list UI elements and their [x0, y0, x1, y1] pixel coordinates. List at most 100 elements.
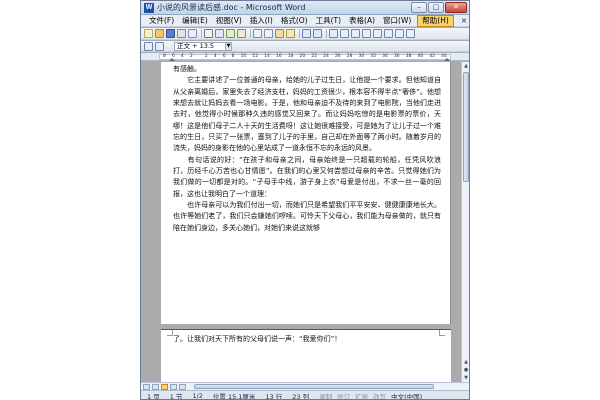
page-1-text[interactable]: 有感触。 它主要讲述了一位普通的母亲，给她的儿子过生日，让他提一个要求。但他知道… [173, 64, 441, 234]
close-document-icon[interactable]: × [459, 16, 469, 25]
horizontal-scroll-thumb[interactable] [194, 384, 434, 389]
show-hide-icon[interactable] [406, 29, 415, 38]
ruler-number: 4 [213, 54, 217, 59]
menu-table[interactable]: 表格(A) [345, 15, 379, 27]
maximize-button[interactable]: □ [428, 1, 444, 13]
copy-icon[interactable] [264, 29, 273, 38]
horizontal-ruler[interactable]: 8 6 4 2 2 4 6 8 10 12 14 16 18 20 22 24 … [141, 53, 469, 61]
document-map-icon[interactable] [395, 29, 404, 38]
vertical-scrollbar[interactable]: ▲ ▲ ● ▼ [461, 62, 469, 382]
document-page-2[interactable]: 了。让我们对天下所有的父母们说一声：“我爱你们”！ [161, 330, 451, 382]
redo-icon[interactable] [313, 29, 322, 38]
ruler-number: 38 [405, 54, 412, 59]
status-line: 13 行 [265, 392, 283, 400]
email-icon[interactable] [188, 29, 197, 38]
scroll-up-icon[interactable]: ▲ [462, 62, 469, 70]
menu-help[interactable]: 帮助(H) [417, 14, 454, 27]
permission-icon[interactable] [177, 29, 186, 38]
ruler-number: 12 [252, 54, 259, 59]
open-folder-icon[interactable] [155, 29, 164, 38]
document-area[interactable]: 有感触。 它主要讲述了一位普通的母亲，给她的儿子过生日，让他提一个要求。但他知道… [141, 62, 461, 382]
minimize-button[interactable]: – [411, 1, 427, 13]
status-language: 中文(中国) [391, 392, 423, 400]
read-mode-icon[interactable] [144, 41, 153, 51]
ruler-number: 42 [429, 54, 436, 59]
menu-view[interactable]: 视图(V) [212, 15, 246, 27]
drawing-icon[interactable] [384, 29, 393, 38]
status-record-mode[interactable]: 录制 [319, 391, 332, 400]
columns-icon[interactable] [373, 29, 382, 38]
menu-insert[interactable]: 插入(I) [246, 15, 277, 27]
left-indent-marker-icon[interactable] [169, 58, 175, 61]
browse-object-icon[interactable]: ● [462, 366, 469, 374]
close-button[interactable]: ✕ [445, 1, 467, 13]
insert-table-icon[interactable] [351, 29, 360, 38]
save-icon[interactable] [166, 29, 175, 38]
insert-excel-icon[interactable] [362, 29, 371, 38]
print-icon[interactable] [204, 29, 213, 38]
ruler-number: 22 [311, 54, 318, 59]
status-overtype-mode[interactable]: 改写 [373, 391, 386, 400]
outline-view-icon[interactable] [170, 383, 177, 390]
print-layout-view-icon[interactable] [161, 383, 168, 390]
ruler-numbers: 8 6 4 2 2 4 6 8 10 12 14 16 18 20 22 24 … [159, 53, 451, 61]
ruler-number: 4 [180, 54, 184, 59]
status-section: 1 节 [169, 392, 183, 400]
status-page: 1 页 [147, 392, 160, 400]
paragraph[interactable]: 也许母亲可以为我们付出一切，而她们只是希望我们平平安安、健健康康地长大。也许等她… [173, 200, 441, 234]
ruler-number: 16 [275, 54, 282, 59]
style-dropdown[interactable]: 正文 + 13.5 [174, 41, 226, 51]
reading-view-icon[interactable] [179, 383, 186, 390]
format-painter-icon[interactable] [286, 29, 295, 38]
web-layout-view-icon[interactable] [152, 383, 159, 390]
hyperlink-icon[interactable] [329, 29, 338, 38]
style-dropdown-arrow-icon[interactable]: ▼ [226, 41, 232, 51]
previous-page-icon[interactable]: ▲ [462, 358, 469, 366]
new-document-icon[interactable] [144, 29, 153, 38]
status-extend-mode[interactable]: 扩展 [355, 391, 368, 400]
toolbar-separator [299, 29, 300, 38]
ruler-number: 34 [382, 54, 388, 59]
ruler-number: 8 [231, 54, 235, 59]
formatting-toolbar: 正文 + 13.5 ▼ [141, 41, 469, 52]
status-track-changes[interactable]: 修订 [337, 391, 350, 400]
ruler-number: 32 [370, 54, 377, 59]
ruler-number: 2 [204, 54, 208, 59]
print-preview-icon[interactable] [215, 29, 224, 38]
ruler-number: 2 [189, 54, 193, 59]
toolbar-separator [250, 29, 251, 38]
cut-icon[interactable] [253, 29, 262, 38]
menu-edit[interactable]: 编辑(E) [178, 15, 212, 27]
paragraph[interactable]: 它主要讲述了一位普通的母亲，给她的儿子过生日，让他提一个要求。但他知道自从父亲离… [173, 75, 441, 154]
menu-format[interactable]: 格式(O) [277, 15, 312, 27]
undo-icon[interactable] [302, 29, 311, 38]
styles-pane-icon[interactable] [155, 41, 164, 51]
tables-borders-icon[interactable] [340, 29, 349, 38]
spelling-icon[interactable] [226, 29, 235, 38]
menu-tools[interactable]: 工具(T) [312, 15, 345, 27]
window-controls: – □ ✕ [410, 1, 467, 14]
status-position: 位置 15.1厘米 [212, 392, 256, 400]
research-icon[interactable] [237, 29, 246, 38]
paragraph[interactable]: 有感触。 [173, 64, 441, 75]
menu-file[interactable]: 文件(F) [145, 15, 178, 27]
paragraph[interactable]: 了。让我们对天下所有的父母们说一声：“我爱你们”！ [173, 334, 441, 345]
page-2-text[interactable]: 了。让我们对天下所有的父母们说一声：“我爱你们”！ [173, 334, 441, 345]
word-app-icon[interactable]: W [144, 2, 154, 13]
paragraph[interactable]: 有句话说的好：“在孩子和母亲之间，母亲始终是一只超载的轮船，任凭风吹浪打，历经千… [173, 155, 441, 200]
ruler-number: 40 [417, 54, 424, 59]
ruler-number: 8 [163, 54, 166, 59]
next-page-icon[interactable]: ▼ [462, 374, 469, 382]
paste-icon[interactable] [275, 29, 284, 38]
normal-view-icon[interactable] [143, 383, 150, 390]
toolbar-separator [326, 29, 327, 38]
ruler-number: 6 [222, 54, 226, 59]
document-page-1[interactable]: 有感触。 它主要讲述了一位普通的母亲，给她的儿子过生日，让他提一个要求。但他知道… [161, 62, 451, 324]
ruler-number: 10 [240, 54, 247, 59]
right-indent-marker-icon[interactable] [444, 58, 450, 61]
ruler-number: 28 [346, 54, 353, 59]
title-bar: W 小说的风景读后感.doc - Microsoft Word – □ ✕ [141, 1, 469, 15]
menu-window[interactable]: 窗口(W) [379, 15, 415, 27]
vertical-scroll-thumb[interactable] [463, 72, 469, 182]
ruler-number: 26 [334, 54, 341, 59]
